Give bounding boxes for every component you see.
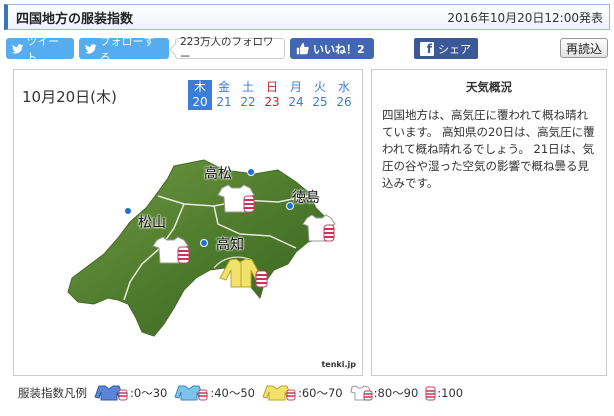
legend-range-80-90: :80～90: [373, 386, 419, 400]
day-date: 24: [288, 95, 304, 109]
city-takamatsu: 高松: [204, 166, 232, 182]
day-date: 23: [264, 95, 280, 109]
legend-title: 服装指数凡例: [18, 386, 87, 400]
tshirt-icon: [350, 385, 373, 401]
takamatsu-marker: [247, 168, 255, 176]
share-button[interactable]: f シェア: [414, 38, 478, 59]
forecast-map-panel: 10月20日(木) 木 20 金 21 土 22 日 23 月 24 火 25 水 26 高松 徳島 松山…: [13, 69, 363, 376]
weather-summary-panel: 天気概況 四国地方は、高気圧に覆われて概ね晴れています。 高知県の20日は、高気…: [371, 69, 607, 376]
published-time: 2016年10月20日12:00発表: [447, 10, 603, 25]
city-tokushima: 徳島: [292, 190, 320, 206]
day-weekday: 月: [289, 80, 302, 94]
share-label: シェア: [438, 42, 471, 56]
day-tab-22[interactable]: 土 22: [236, 80, 260, 110]
kochi-marker: [200, 239, 208, 247]
reload-button[interactable]: 再読込: [559, 38, 608, 58]
tweet-button[interactable]: ツイート: [6, 35, 74, 64]
day-selector: 木 20 金 21 土 22 日 23 月 24 火 25 水 26: [188, 80, 356, 110]
tshirt-icon: [152, 236, 190, 264]
day-weekday: 水: [337, 80, 350, 94]
summary-title: 天気概況: [466, 80, 512, 94]
tank-top-icon: [425, 386, 436, 401]
matsuyama-marker: [124, 207, 132, 215]
follower-count: 223万人のフォロワー: [175, 36, 285, 63]
clothing-index-legend: 服装指数凡例 :0～30 :40～50 :60～70 :80～90:100: [18, 384, 469, 402]
forecast-date: 10月20日(木): [22, 88, 117, 106]
legend-range-0-30: :0～30: [130, 386, 168, 400]
day-date: 26: [336, 95, 352, 109]
legend-range-40-50: :40～50: [210, 386, 255, 400]
day-tab-23[interactable]: 日 23: [260, 80, 284, 110]
tenki-logo: tenki.jp: [321, 360, 356, 369]
long-sleeve-shirt-icon: [262, 385, 296, 401]
day-tab-26[interactable]: 水 26: [332, 80, 356, 110]
day-date: 20: [192, 95, 208, 109]
page-header: 四国地方の服装指数 2016年10月20日12:00発表: [4, 4, 610, 30]
tshirt-icon: [302, 214, 336, 242]
day-weekday: 金: [217, 80, 230, 94]
legend-item-100: :100: [424, 385, 463, 401]
day-date: 22: [240, 95, 256, 109]
tweet-label: ツイート: [26, 34, 60, 64]
thumbs-up-icon: [296, 42, 309, 55]
day-date: 25: [312, 95, 328, 109]
twitter-bird-icon: [85, 43, 97, 54]
city-kochi: 高知: [216, 237, 244, 253]
legend-item-0-30: :0～30: [93, 385, 167, 401]
day-tab-25[interactable]: 火 25: [308, 80, 332, 110]
twitter-bird-icon: [12, 43, 24, 53]
legend-range-60-70: :60～70: [297, 386, 343, 400]
like-button[interactable]: いいね！2: [290, 38, 374, 59]
coat-icon: [94, 385, 128, 401]
day-weekday: 土: [241, 80, 254, 94]
day-weekday: 木: [193, 80, 206, 94]
long-sleeve-shirt-icon: [219, 258, 268, 288]
day-weekday: 火: [313, 80, 326, 94]
page-title: 四国地方の服装指数: [16, 11, 134, 27]
like-label: いいね！2: [313, 42, 365, 56]
legend-range-100: :100: [437, 386, 464, 400]
day-weekday: 日: [265, 80, 278, 94]
legend-item-60-70: :60～70: [261, 385, 343, 401]
legend-item-80-90: :80～90: [349, 385, 419, 401]
facebook-icon: f: [420, 41, 434, 56]
day-tab-20[interactable]: 木 20: [188, 80, 212, 110]
follow-label: フォローする: [99, 34, 155, 64]
jacket-icon: [174, 385, 208, 401]
tokushima-marker: [286, 202, 294, 210]
day-tab-24[interactable]: 月 24: [284, 80, 308, 110]
tshirt-icon: [217, 184, 255, 213]
day-date: 21: [216, 95, 232, 109]
summary-text: 四国地方は、高気圧に覆われて概ね晴れています。 高知県の20日は、高気圧に覆われ…: [382, 108, 595, 190]
city-matsuyama: 松山: [138, 215, 166, 231]
day-tab-21[interactable]: 金 21: [212, 80, 236, 110]
social-bar: ツイート フォローする 223万人のフォロワー いいね！2 f シェア 再読込: [6, 35, 608, 64]
follow-button[interactable]: フォローする: [79, 35, 169, 64]
legend-item-40-50: :40～50: [173, 385, 255, 401]
